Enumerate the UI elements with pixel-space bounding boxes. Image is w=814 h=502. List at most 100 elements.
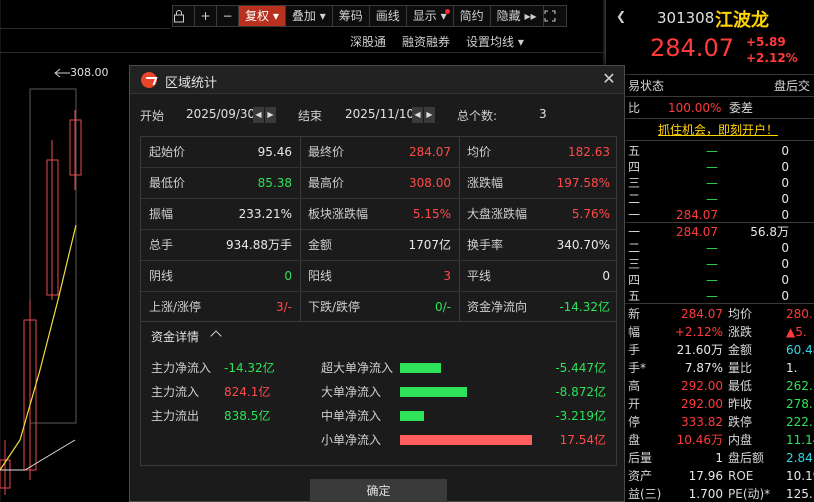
stock-code: 301308	[657, 9, 715, 27]
stat-label: 金额	[308, 238, 333, 252]
stat-label: 量比	[728, 361, 753, 375]
book-row: 二 — 0	[606, 191, 814, 207]
flow-value: -8.872亿	[555, 385, 606, 399]
book-row: 一 284.07 0	[606, 207, 814, 223]
subbar-hk-connect[interactable]: 深股通	[350, 33, 386, 50]
stat-label: 盘	[628, 433, 641, 447]
stat-cell: 换手率 340.70%	[459, 230, 618, 261]
stat-value: +2.12%	[674, 325, 723, 339]
lock-icon[interactable]	[173, 6, 195, 26]
stat-value: 262.	[786, 379, 813, 393]
toolbar-overlay-button[interactable]: 叠加 ▾	[286, 6, 333, 26]
stat-value: 11.14	[786, 433, 814, 447]
prev-arrow-icon[interactable]: ◀	[412, 107, 423, 123]
zoom-in-icon[interactable]: +	[195, 6, 217, 26]
flow-value: -5.447亿	[555, 361, 606, 375]
prev-arrow-icon[interactable]: ◀	[253, 107, 264, 123]
quote-stat-row: 手* 7.87% 量比 1.	[606, 359, 814, 377]
flow-label: 小单净流入	[321, 433, 382, 447]
book-row: 四 — 0	[606, 159, 814, 175]
dialog-titlebar[interactable]: 区域统计 ✕	[130, 66, 624, 94]
toolbar-hide-button[interactable]: 隐藏 ▸▸	[491, 6, 544, 26]
back-chevron-icon[interactable]: ❮	[616, 9, 626, 23]
stat-label: 换手率	[467, 238, 504, 252]
book-row: 二 — 0	[606, 240, 814, 256]
book-volume: 0	[781, 241, 789, 255]
stat-label: 停	[628, 415, 641, 429]
book-price: —	[706, 192, 718, 206]
stat-value: 0/-	[434, 300, 451, 314]
end-date: 2025/11/10	[345, 107, 415, 121]
stat-value: 197.58%	[556, 176, 610, 190]
stat-cell: 金额 1707亿	[300, 230, 459, 261]
stat-value: 10.19	[786, 469, 814, 483]
flow-label: 中单净流入	[321, 409, 382, 423]
stat-cell: 起始价 95.46	[141, 137, 300, 168]
next-arrow-icon[interactable]: ▶	[265, 107, 276, 123]
promo-row[interactable]: 抓住机会，即刻开户！	[606, 122, 814, 138]
ok-button[interactable]: 确定	[310, 479, 447, 502]
stat-value: 0	[284, 269, 292, 283]
close-icon[interactable]: ✕	[600, 69, 618, 89]
stat-value: 3/-	[275, 300, 292, 314]
stat-label: 盘后额	[728, 451, 765, 465]
book-price: —	[706, 176, 718, 190]
toolbar-fuquan-button[interactable]: 复权 ▾	[239, 6, 286, 26]
stat-cell: 板块涨跌幅 5.15%	[300, 199, 459, 230]
book-row: 四 — 0	[606, 272, 814, 288]
stat-value: 5.15%	[412, 207, 451, 221]
stat-label: 益(三)	[628, 487, 662, 501]
stat-cell: 资金净流向 -14.32亿	[459, 292, 618, 323]
start-date-stepper[interactable]: ◀ ▶	[253, 107, 277, 123]
notification-dot	[444, 9, 450, 14]
stat-cell: 涨跌幅 197.58%	[459, 168, 618, 199]
promo-link[interactable]: 抓住机会，即刻开户！	[658, 122, 778, 138]
stat-value: 1.700	[688, 487, 723, 501]
book-price: —	[706, 289, 718, 303]
count-label: 总个数:	[457, 109, 498, 123]
stock-change-pct: +2.12%	[746, 51, 798, 65]
toolbar-simple-button[interactable]: 简约	[454, 6, 491, 26]
stat-label: 手*	[628, 361, 647, 375]
stat-cell: 最低价 85.38	[141, 168, 300, 199]
book-level: 一	[628, 208, 641, 222]
stat-label: 跌停	[728, 415, 753, 429]
flow-value: 17.54亿	[559, 433, 606, 447]
toolbar-display-button[interactable]: 显示 ▾	[407, 6, 454, 26]
flow-label: 大单净流入	[321, 385, 382, 399]
end-date-stepper[interactable]: ◀ ▶	[412, 107, 436, 123]
stat-label: 昨收	[728, 397, 753, 411]
book-row: 三 — 0	[606, 175, 814, 191]
book-level: 三	[628, 257, 641, 271]
collapse-chevron-icon[interactable]	[210, 330, 222, 342]
book-price: 284.07	[676, 225, 718, 239]
book-volume: 0	[781, 144, 789, 158]
fullscreen-icon[interactable]	[544, 6, 566, 26]
stat-cell: 阴线 0	[141, 261, 300, 292]
toolbar-chips-button[interactable]: 筹码	[333, 6, 370, 26]
stock-price: 284.07	[650, 34, 734, 62]
start-date: 2025/09/30	[186, 107, 256, 121]
stat-value: 182.63	[568, 145, 610, 159]
book-row: 一 284.07 56.8万	[606, 224, 814, 240]
book-price: —	[706, 241, 718, 255]
stat-label: 起始价	[149, 145, 186, 159]
stat-label: 开	[628, 397, 641, 411]
trade-status-row: 易状态 盘后交	[628, 79, 811, 93]
book-level: 一	[628, 225, 641, 239]
high-marker-label: 308.00	[70, 66, 109, 79]
subbar-margin[interactable]: 融资融券	[402, 33, 450, 50]
stat-value: 233.21%	[238, 207, 292, 221]
toolbar-draw-button[interactable]: 画线	[370, 6, 407, 26]
stat-label: 涨跌幅	[467, 176, 504, 190]
stat-value: 1	[715, 451, 723, 465]
flow-bar	[400, 387, 467, 397]
subbar-ma-settings[interactable]: 设置均线 ▾	[466, 33, 524, 50]
stat-value: 284.07	[681, 307, 723, 321]
stat-label: 资产	[628, 469, 653, 483]
flow-bar	[400, 363, 441, 373]
stat-value: 284.07	[409, 145, 451, 159]
zoom-out-icon[interactable]: −	[217, 6, 239, 26]
quote-stat-row: 手 21.60万金额 60.48	[606, 341, 814, 359]
next-arrow-icon[interactable]: ▶	[424, 107, 435, 123]
